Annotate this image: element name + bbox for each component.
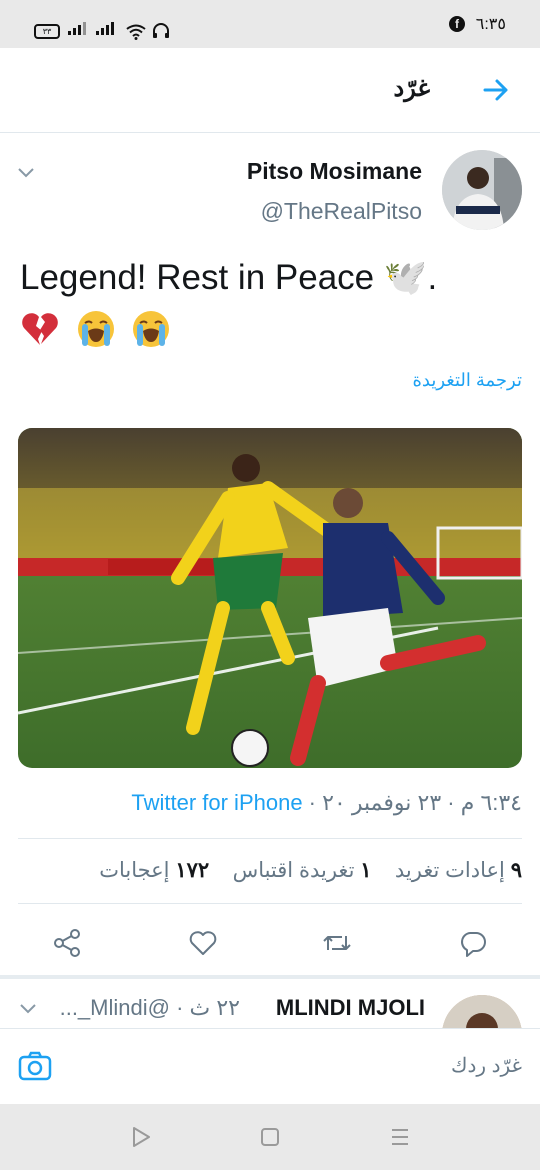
- tweet-text: Legend! Rest in Peace 🕊️.: [20, 255, 520, 349]
- reply-author-name[interactable]: MLINDI MJOLI: [276, 995, 425, 1021]
- facebook-icon: f: [449, 16, 465, 32]
- section-divider: [0, 975, 540, 979]
- retweets-stat[interactable]: ٩ إعادات تغريد: [395, 859, 522, 882]
- likes-count: ١٧٢: [175, 859, 210, 882]
- retweets-label: إعادات تغريد: [394, 859, 505, 882]
- headphones-icon: [153, 23, 169, 38]
- reply-icon[interactable]: [458, 928, 488, 958]
- football-photo: [18, 428, 522, 768]
- reply-input[interactable]: غرّد ردك: [451, 1053, 522, 1078]
- wifi-icon: [126, 24, 146, 40]
- likes-label: إعجابات: [99, 859, 170, 882]
- status-bar: ٣٣ f ٦:٣٥: [0, 0, 540, 48]
- arrow-right-icon[interactable]: [482, 76, 510, 104]
- avatar[interactable]: [442, 150, 522, 230]
- divider: [18, 903, 522, 904]
- avatar-image: [442, 150, 522, 230]
- tweet-actions: [18, 918, 522, 966]
- translate-link[interactable]: ترجمة التغريدة: [412, 370, 522, 391]
- tweet-text-line: Legend! Rest in Peace 🕊️.: [20, 258, 438, 297]
- system-nav-bar: [0, 1104, 540, 1170]
- emoji-row: [20, 304, 520, 349]
- menu-icon[interactable]: [389, 1126, 411, 1148]
- share-icon[interactable]: [52, 928, 82, 958]
- reply-compose-bar: غرّد ردك: [0, 1028, 540, 1105]
- battery-level: ٣٣: [42, 27, 52, 36]
- home-square-icon[interactable]: [259, 1126, 281, 1148]
- quotes-label: تغريدة اقتباس: [232, 859, 355, 882]
- quotes-count: ١: [360, 859, 372, 882]
- battery-icon: ٣٣: [34, 24, 60, 39]
- chevron-down-icon[interactable]: [18, 998, 38, 1018]
- tweet-source-link[interactable]: Twitter for iPhone: [131, 790, 302, 815]
- retweets-count: ٩: [510, 859, 522, 882]
- crying-face-icon: [133, 310, 170, 347]
- likes-stat[interactable]: ١٧٢ إعجابات: [99, 859, 209, 882]
- heart-icon[interactable]: [188, 928, 218, 958]
- author-handle[interactable]: @TheRealPitso: [261, 198, 422, 225]
- tweet-time: ٦:٣٤ م · ٢٣ نوفمبر ٢٠ ·: [302, 790, 522, 815]
- author-name[interactable]: Pitso Mosimane: [247, 158, 422, 185]
- clock: ٦:٣٥: [475, 16, 506, 33]
- reply-author-meta: ٢٢ ث · @Mlindi_...: [59, 995, 240, 1020]
- page-title: غرّد: [393, 75, 430, 102]
- retweet-icon[interactable]: [322, 928, 352, 958]
- camera-icon[interactable]: [18, 1049, 52, 1083]
- signal-icon: [96, 22, 114, 35]
- signal-icon: [68, 22, 86, 35]
- tweet-photo[interactable]: [18, 428, 522, 768]
- tweet-stats: ٩ إعادات تغريد ١ تغريدة اقتباس ١٧٢ إعجاب…: [99, 858, 522, 883]
- tweet-timestamp: ٦:٣٤ م · ٢٣ نوفمبر ٢٠ · Twitter for iPho…: [131, 790, 522, 816]
- quotes-stat[interactable]: ١ تغريدة اقتباس: [233, 859, 372, 882]
- top-bar: غرّد: [0, 48, 540, 133]
- divider: [18, 838, 522, 839]
- chevron-down-icon[interactable]: [16, 162, 36, 182]
- crying-face-icon: [77, 310, 114, 347]
- back-triangle-icon[interactable]: [130, 1126, 152, 1148]
- broken-heart-icon: [22, 312, 58, 345]
